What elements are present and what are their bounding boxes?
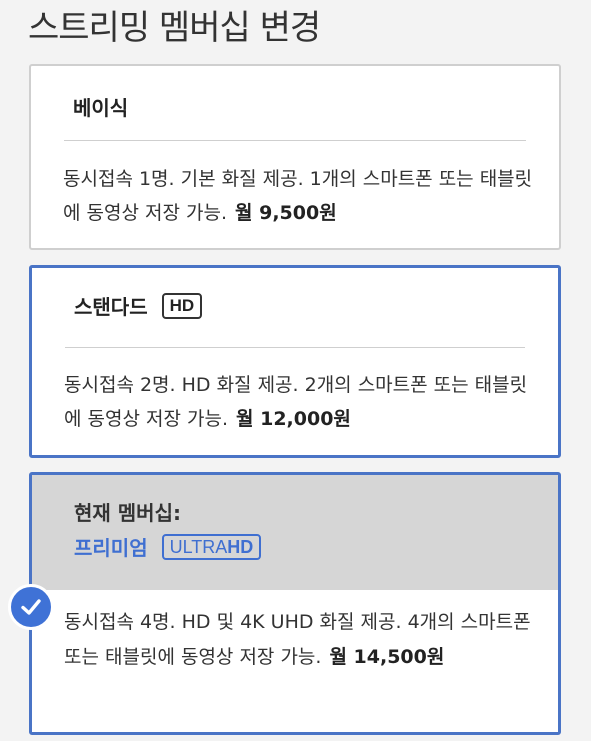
divider xyxy=(64,140,526,141)
plan-name-label: 스탠다드 xyxy=(74,295,148,319)
current-membership-header: 현재 멤버십: 프리미엄 ULTRAHD xyxy=(32,475,558,590)
plan-price: 월 9,500원 xyxy=(235,202,337,224)
plan-name-label: 베이식 xyxy=(73,96,129,120)
ultra-hd-badge: ULTRAHD xyxy=(161,533,262,560)
plan-card-standard[interactable]: 스탠다드 HD 동시접속 2명. HD 화질 제공. 2개의 스마트폰 또는 태… xyxy=(29,265,561,458)
plan-price: 월 14,500원 xyxy=(329,646,445,668)
plan-name: 베이식 xyxy=(73,92,128,121)
plan-card-premium[interactable]: 현재 멤버십: 프리미엄 ULTRAHD 동시접속 4명. HD 및 4K UH… xyxy=(29,472,561,735)
plan-description: 동시접속 2명. HD 화질 제공. 2개의 스마트폰 또는 태블릿에 동영상 … xyxy=(64,368,538,436)
plan-name-label: 프리미엄 xyxy=(74,536,148,560)
plan-card-basic[interactable]: 베이식 동시접속 1명. 기본 화질 제공. 1개의 스마트폰 또는 태블릿에 … xyxy=(29,64,561,250)
plan-name: 프리미엄 ULTRAHD xyxy=(74,532,262,561)
plan-name: 스탠다드 HD xyxy=(74,291,203,320)
ultra-hd-badge-light: ULTRA xyxy=(169,536,228,557)
divider xyxy=(65,347,525,348)
checkmark-glyph xyxy=(21,599,41,615)
page-title: 스트리밍 멤버십 변경 xyxy=(28,8,321,48)
ultra-hd-badge-bold: HD xyxy=(227,536,254,557)
plan-description: 동시접속 4명. HD 및 4K UHD 화질 제공. 4개의 스마트폰 또는 … xyxy=(64,605,538,675)
plan-price: 월 12,000원 xyxy=(236,408,351,430)
hd-badge: HD xyxy=(161,292,203,319)
checkmark-icon xyxy=(8,584,54,630)
current-membership-label: 현재 멤버십: xyxy=(74,501,181,525)
plan-description-text: 동시접속 4명. HD 및 4K UHD 화질 제공. 4개의 스마트폰 또는 … xyxy=(64,611,531,668)
plan-description: 동시접속 1명. 기본 화질 제공. 1개의 스마트폰 또는 태블릿에 동영상 … xyxy=(63,162,539,230)
